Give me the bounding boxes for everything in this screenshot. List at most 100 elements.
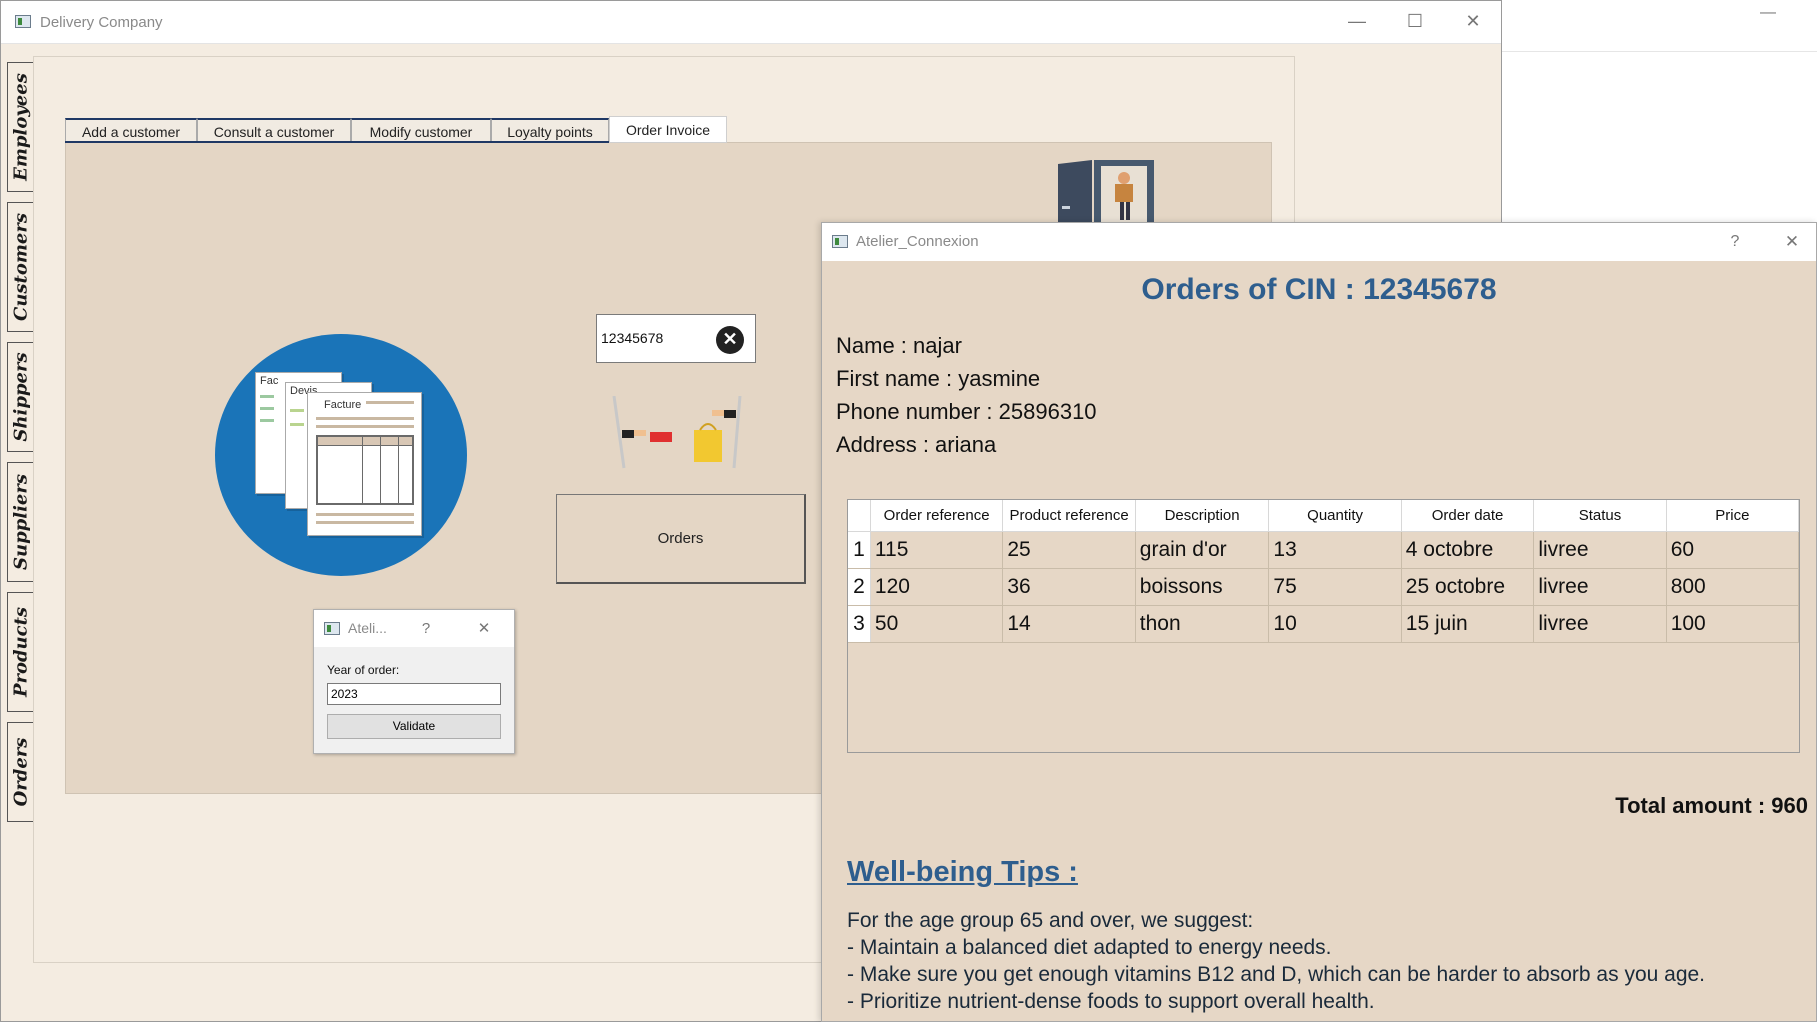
- cin-search-value: 12345678: [601, 330, 664, 346]
- background-divider: [1502, 51, 1817, 52]
- side-tab-employees[interactable]: Employees: [7, 62, 33, 192]
- column-header[interactable]: Description: [1135, 500, 1270, 532]
- year-input[interactable]: 2023: [327, 683, 501, 705]
- table-cell[interactable]: 120: [870, 568, 1004, 606]
- customer-address: Address : ariana: [836, 432, 997, 457]
- tab-consult-customer[interactable]: Consult a customer: [197, 118, 351, 142]
- tab-loyalty-points[interactable]: Loyalty points: [491, 118, 609, 142]
- table-cell[interactable]: 25 octobre: [1401, 568, 1535, 606]
- help-button[interactable]: ?: [1725, 232, 1745, 252]
- app-icon: [15, 15, 31, 28]
- side-tab-products[interactable]: Products: [7, 592, 33, 712]
- side-tab-shippers[interactable]: Shippers: [7, 342, 33, 452]
- side-tab-customers[interactable]: Customers: [7, 202, 33, 332]
- side-tab-label: Orders: [10, 737, 31, 807]
- side-tab-orders[interactable]: Orders: [7, 722, 33, 822]
- orders-dialog-title: Atelier_Connexion: [856, 233, 979, 250]
- table-cell[interactable]: boissons: [1135, 568, 1270, 606]
- validate-button[interactable]: Validate: [327, 714, 501, 739]
- side-tab-label: Employees: [10, 73, 31, 181]
- table-cell[interactable]: 15 juin: [1401, 605, 1535, 643]
- table-row[interactable]: 2 120 36 boissons 75 25 octobre livree 8…: [848, 568, 1800, 606]
- column-header[interactable]: Status: [1533, 500, 1667, 532]
- table-cell[interactable]: 800: [1666, 568, 1800, 606]
- orders-heading: Orders of CIN : 12345678: [1141, 273, 1497, 306]
- tips-heading: Well-being Tips :: [847, 856, 1078, 888]
- table-cell[interactable]: 100: [1666, 605, 1800, 643]
- close-button[interactable]: ✕: [1463, 11, 1483, 31]
- table-header-row: Order reference Product reference Descri…: [848, 500, 1800, 532]
- table-cell[interactable]: 115: [870, 531, 1004, 569]
- tab-modify-customer[interactable]: Modify customer: [351, 118, 491, 142]
- side-tab-label: Products: [10, 606, 31, 698]
- table-cell[interactable]: 75: [1268, 568, 1402, 606]
- tip-line: - Maintain a balanced diet adapted to en…: [847, 936, 1332, 959]
- table-cell[interactable]: grain d'or: [1135, 531, 1270, 569]
- side-tab-label: Customers: [10, 213, 31, 321]
- document-label: Facture: [324, 399, 362, 411]
- clear-icon[interactable]: ✕: [716, 326, 744, 354]
- total-amount: Total amount : 960: [1615, 793, 1808, 818]
- table-cell[interactable]: 4 octobre: [1401, 531, 1535, 569]
- table-cell[interactable]: 14: [1002, 605, 1136, 643]
- column-header[interactable]: Order reference: [870, 500, 1004, 532]
- help-button[interactable]: ?: [416, 619, 436, 639]
- customer-first-name: First name : yasmine: [836, 366, 1041, 391]
- side-tab-label: Suppliers: [10, 473, 31, 571]
- table-cell[interactable]: livree: [1533, 531, 1667, 569]
- table-row[interactable]: 3 50 14 thon 10 15 juin livree 100: [848, 605, 1800, 643]
- background-minimize-icon[interactable]: —: [1760, 4, 1776, 21]
- year-dialog-titlebar: Ateli... ? ✕: [314, 610, 514, 647]
- table-cell[interactable]: 60: [1666, 531, 1800, 569]
- tip-line: - Prioritize nutrient-dense foods to sup…: [847, 990, 1375, 1013]
- invoice-illustration: Fac Devis Facture: [215, 334, 467, 576]
- maximize-button[interactable]: ☐: [1405, 11, 1425, 31]
- tip-line: - Make sure you get enough vitamins B12 …: [847, 963, 1706, 986]
- tip-line: For the age group 65 and over, we sugges…: [847, 909, 1254, 932]
- orders-dialog: Atelier_Connexion ? ✕ Orders of CIN : 12…: [821, 222, 1817, 1022]
- exchange-illustration: [612, 396, 742, 469]
- table-corner: [848, 500, 871, 532]
- main-titlebar: Delivery Company — ☐ ✕: [1, 1, 1501, 44]
- delivery-door-illustration: [1058, 158, 1160, 222]
- table-cell[interactable]: 25: [1002, 531, 1136, 569]
- year-dialog-title: Ateli...: [348, 620, 387, 636]
- table-cell[interactable]: 10: [1268, 605, 1402, 643]
- close-button[interactable]: ✕: [474, 619, 494, 639]
- cin-search-input[interactable]: 12345678 ✕: [596, 314, 756, 363]
- column-header[interactable]: Price: [1666, 500, 1800, 532]
- tab-order-invoice[interactable]: Order Invoice: [609, 116, 727, 143]
- close-button[interactable]: ✕: [1782, 232, 1802, 252]
- main-window-title: Delivery Company: [40, 14, 163, 31]
- document-label: Fac: [260, 375, 279, 387]
- column-header[interactable]: Quantity: [1268, 500, 1402, 532]
- table-cell[interactable]: thon: [1135, 605, 1270, 643]
- side-tab-bar: Employees Customers Shippers Suppliers P…: [7, 56, 33, 822]
- tab-group-underline: [65, 141, 609, 143]
- table-cell[interactable]: livree: [1533, 568, 1667, 606]
- dialog-icon: [832, 235, 848, 248]
- minimize-button[interactable]: —: [1347, 11, 1367, 31]
- table-cell[interactable]: 13: [1268, 531, 1402, 569]
- invoice-document-front: Facture: [307, 392, 422, 536]
- column-header[interactable]: Product reference: [1002, 500, 1136, 532]
- orders-table[interactable]: Order reference Product reference Descri…: [847, 499, 1800, 753]
- row-number: 1: [848, 531, 871, 569]
- table-row[interactable]: 1 115 25 grain d'or 13 4 octobre livree …: [848, 531, 1800, 569]
- year-label: Year of order:: [327, 663, 400, 677]
- orders-button[interactable]: Orders: [556, 494, 806, 584]
- column-header[interactable]: Order date: [1401, 500, 1535, 532]
- side-tab-label: Shippers: [10, 352, 31, 442]
- table-cell[interactable]: livree: [1533, 605, 1667, 643]
- side-tab-suppliers[interactable]: Suppliers: [7, 462, 33, 582]
- table-cell[interactable]: 36: [1002, 568, 1136, 606]
- year-dialog: Ateli... ? ✕ Year of order: 2023 Validat…: [313, 609, 515, 754]
- row-number: 2: [848, 568, 871, 606]
- orders-dialog-titlebar: Atelier_Connexion ? ✕: [822, 223, 1816, 261]
- table-cell[interactable]: 50: [870, 605, 1004, 643]
- customer-phone: Phone number : 25896310: [836, 399, 1097, 424]
- dialog-icon: [324, 622, 340, 635]
- customer-name: Name : najar: [836, 333, 962, 358]
- row-number: 3: [848, 605, 871, 643]
- tab-add-customer[interactable]: Add a customer: [65, 118, 197, 142]
